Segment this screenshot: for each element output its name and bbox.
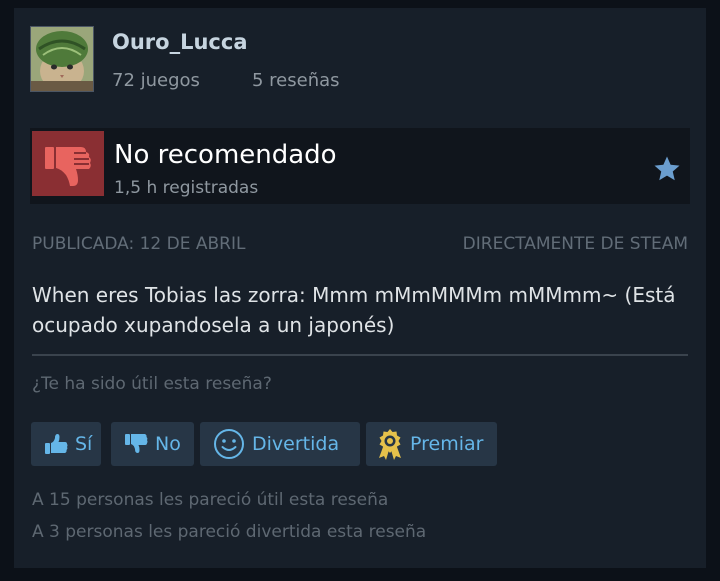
author-name[interactable]: Ouro_Lucca [112, 30, 248, 54]
vote-funny-button[interactable]: Divertida [200, 422, 360, 466]
divider [32, 354, 688, 356]
thumbs-down-icon [45, 147, 91, 186]
verdict-label: No recomendado [114, 140, 337, 170]
award-label: Premiar [410, 433, 484, 455]
vote-funny-label: Divertida [252, 433, 340, 455]
verdict-banner: No recomendado 1,5 h registradas [30, 128, 690, 204]
hours-played: 1,5 h registradas [114, 178, 259, 198]
smiley-icon [212, 427, 246, 461]
award-button[interactable]: Premiar [366, 422, 497, 466]
thumbs-up-icon [43, 432, 69, 456]
not-recommended-badge [32, 131, 104, 196]
helpful-count-text: A 15 personas les pareció útil esta rese… [32, 490, 389, 510]
avatar[interactable] [30, 26, 94, 92]
games-owned-count[interactable]: 72 juegos [112, 70, 200, 91]
review-body: When eres Tobias las zorra: Mmm mMmMMMm … [32, 283, 676, 337]
funny-count-text: A 3 personas les pareció divertida esta … [32, 522, 427, 542]
thumbs-down-icon [123, 432, 149, 456]
vote-no-label: No [155, 433, 181, 455]
vote-yes-button[interactable]: Sí [31, 422, 101, 466]
review-source: DIRECTAMENTE DE STEAM [462, 234, 688, 254]
award-medal-icon [376, 427, 404, 461]
helpful-question: ¿Te ha sido útil esta reseña? [32, 374, 272, 394]
vote-no-button[interactable]: No [111, 422, 194, 466]
vote-yes-label: Sí [75, 433, 93, 455]
star-icon[interactable] [652, 154, 682, 188]
posted-date: PUBLICADA: 12 DE ABRIL [32, 234, 246, 254]
reviews-count[interactable]: 5 reseñas [252, 70, 340, 91]
review-card: Ouro_Lucca 72 juegos 5 reseñas No recome… [14, 8, 706, 568]
